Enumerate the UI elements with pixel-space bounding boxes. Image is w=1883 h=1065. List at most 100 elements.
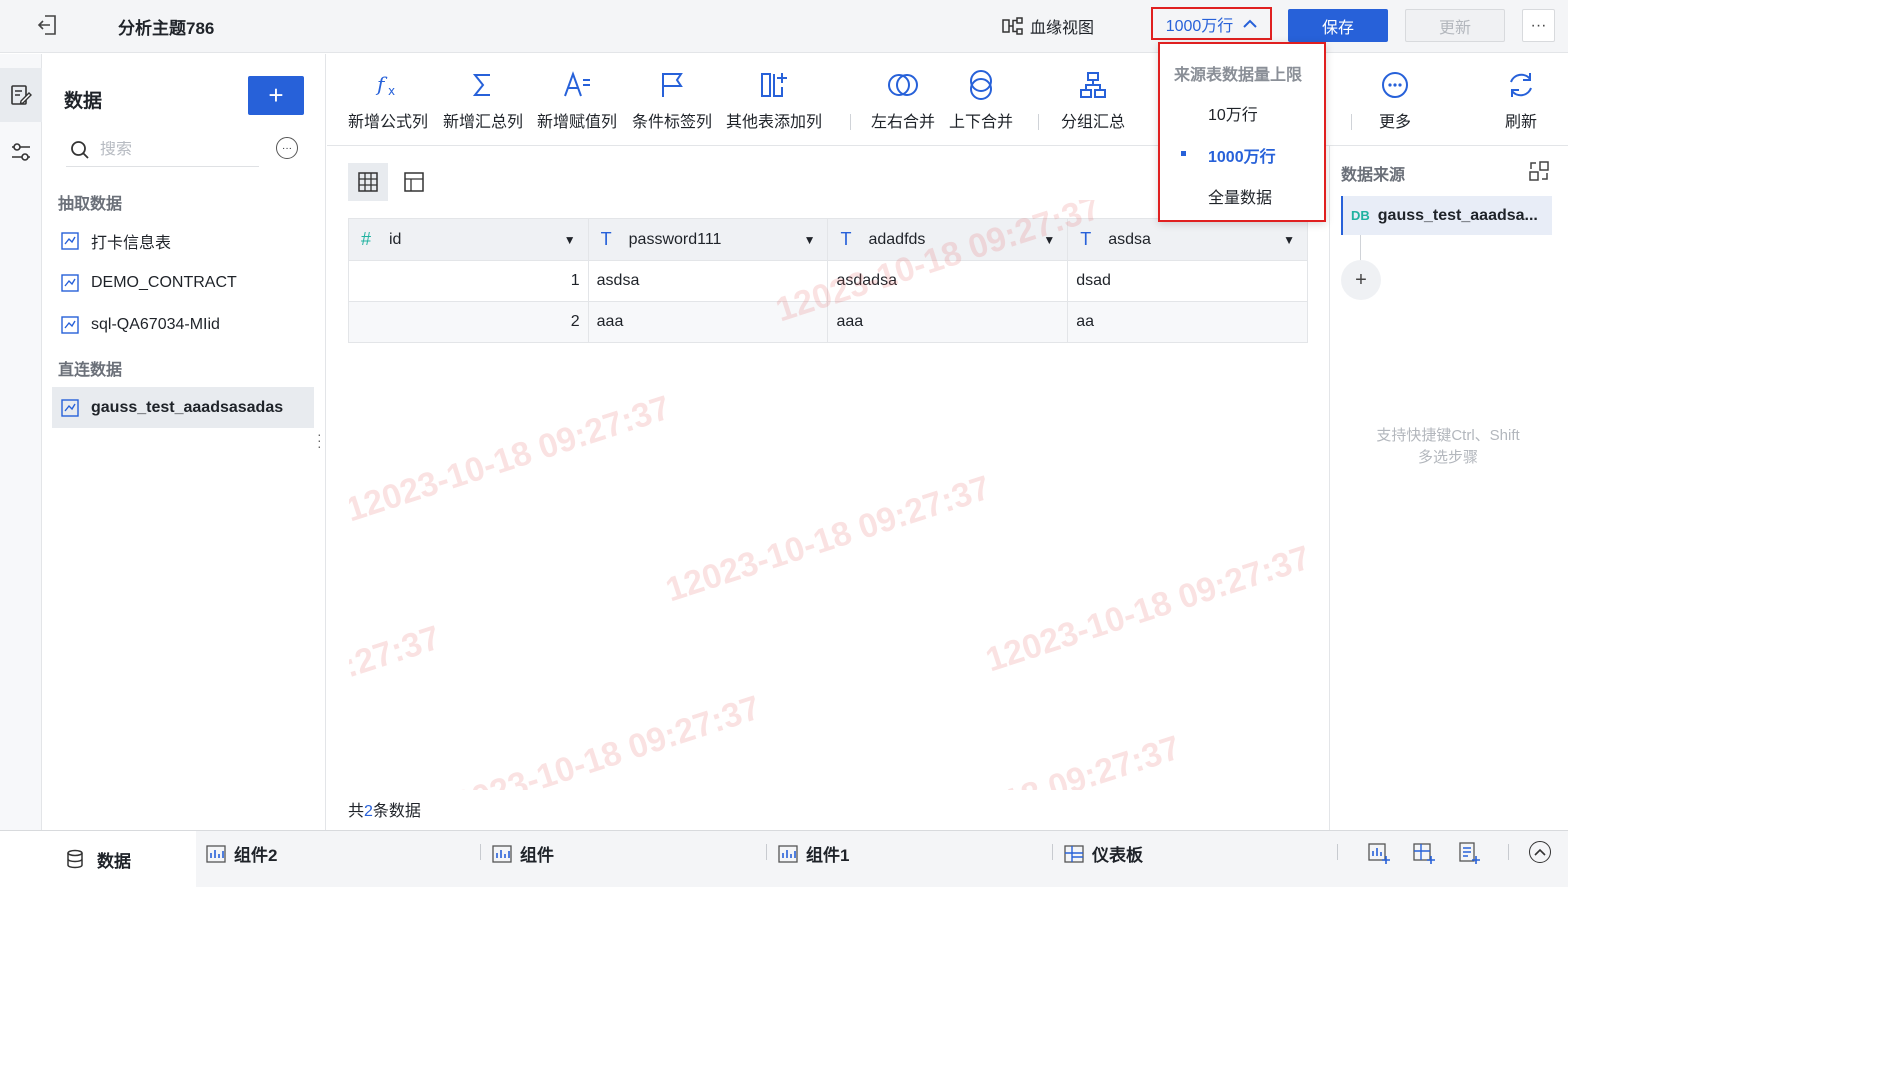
column-name: asdsa <box>1108 230 1151 248</box>
add-step-button[interactable]: + <box>1341 260 1381 300</box>
shortcut-hint: 支持快捷键Ctrl、Shift 多选步骤 <box>1355 425 1541 469</box>
tab-divider <box>1508 844 1509 860</box>
caret-down-icon[interactable]: ▼ <box>804 233 816 247</box>
watermark-text: 12023-10-18 09:27:37 <box>851 729 1185 790</box>
table-item-extract-0[interactable]: 打卡信息表 <box>52 220 314 261</box>
database-icon <box>67 849 83 869</box>
panel-resize-handle[interactable]: · · · <box>317 427 322 453</box>
caret-down-icon[interactable]: ▼ <box>1043 233 1055 247</box>
more-tools-button[interactable]: 更多 <box>1379 68 1411 132</box>
panel-more-icon[interactable]: ··· <box>276 137 298 159</box>
table-cell[interactable]: aaa <box>827 301 1069 343</box>
toolbar-divider <box>850 114 851 130</box>
table-cell[interactable]: 1 <box>348 260 589 302</box>
column-header-password111[interactable]: Tpassword111 ▼ <box>587 218 829 261</box>
condition-label-column-button[interactable]: 条件标签列 <box>632 68 712 132</box>
svg-text:x: x <box>388 84 395 98</box>
collapse-up-icon[interactable] <box>1529 841 1551 863</box>
data-limit-value: 1000万行 <box>1165 17 1234 35</box>
add-assign-column-button[interactable]: 新增赋值列 <box>537 68 617 132</box>
row-count-prefix: 共 <box>348 803 365 820</box>
column-header-id[interactable]: # id ▼ <box>348 218 589 261</box>
text-type-icon: T <box>840 229 852 249</box>
back-icon[interactable] <box>36 13 58 37</box>
column-header-asdsa[interactable]: Tasdsa ▼ <box>1067 218 1308 261</box>
rail-data-icon[interactable] <box>0 68 42 122</box>
table-cell[interactable]: asdsa <box>587 260 829 302</box>
tab-component1[interactable]: 组件1 <box>778 841 849 866</box>
add-data-button[interactable]: + <box>248 76 304 115</box>
data-source-step[interactable]: DB gauss_test_aaadsa... <box>1341 196 1552 235</box>
add-component-icon[interactable] <box>1367 841 1391 865</box>
add-dashboard-icon[interactable] <box>1412 841 1436 865</box>
tab-label: 数据 <box>97 851 131 871</box>
tab-dashboard[interactable]: 仪表板 <box>1064 841 1143 866</box>
group-summary-button[interactable]: 分组汇总 <box>1061 68 1125 132</box>
add-formula-column-button[interactable]: fx 新增公式列 <box>348 68 428 132</box>
table-chart-icon <box>61 398 79 417</box>
search-box <box>66 133 259 167</box>
table-cell[interactable]: dsad <box>1067 260 1308 302</box>
rail-settings-icon[interactable] <box>0 132 42 172</box>
search-input[interactable] <box>100 140 250 159</box>
add-column-from-other-table-button[interactable]: 其他表添加列 <box>726 68 822 132</box>
watermark-text: 12023-10-18 09:27:37 <box>661 468 995 610</box>
data-limit-option-100k[interactable]: 10万行 <box>1208 101 1258 125</box>
tool-label: 上下合并 <box>949 114 1014 131</box>
component-chart-icon <box>778 844 798 863</box>
tab-data[interactable]: 数据 <box>0 831 196 887</box>
grid-view-icon[interactable] <box>348 163 388 201</box>
table-chart-icon <box>61 273 79 292</box>
table-item-extract-1[interactable]: DEMO_CONTRACT <box>52 262 314 303</box>
row-count-suffix: 条数据 <box>372 803 421 820</box>
table-cell[interactable]: aa <box>1067 301 1308 343</box>
lineage-view-button[interactable]: 血缘视图 <box>1002 14 1094 38</box>
table-cell[interactable]: asdadsa <box>827 260 1069 302</box>
tab-divider <box>1052 844 1053 860</box>
svg-text:f: f <box>375 72 388 96</box>
tab-label: 组件1 <box>806 846 850 865</box>
caret-down-icon[interactable]: ▼ <box>1283 233 1295 247</box>
data-limit-option-10m[interactable]: 1000万行 <box>1208 143 1276 167</box>
update-button[interactable]: 更新 <box>1405 9 1505 42</box>
table-item-direct-0[interactable]: gauss_test_aaadsasadas <box>52 387 314 428</box>
merge-horizontal-icon <box>887 68 919 102</box>
column-name: id <box>389 230 402 248</box>
swap-source-icon[interactable] <box>1528 160 1550 182</box>
watermark-text: 12023-10-18 09:27:37 <box>349 388 675 530</box>
tab-component[interactable]: 组件 <box>492 841 554 866</box>
data-source-heading: 数据来源 <box>1341 167 1406 184</box>
tool-label: 新增汇总列 <box>443 114 524 131</box>
more-menu-button[interactable]: ··· <box>1522 9 1555 42</box>
toolbar-divider <box>1038 114 1039 130</box>
data-limit-dropdown[interactable]: 1000万行 <box>1151 7 1272 40</box>
table-row: 2 aaa aaa aa <box>348 301 1308 343</box>
table-header-row: # id ▼ Tpassword111 ▼ Tadadfds ▼ Tasdsa ▼ <box>348 218 1308 261</box>
merge-horizontal-button[interactable]: 左右合并 <box>871 68 935 132</box>
layout-view-icon[interactable] <box>394 163 434 201</box>
table-item-extract-2[interactable]: sql-QA67034-MIid <box>52 304 314 345</box>
add-summary-column-button[interactable]: 新增汇总列 <box>443 68 523 132</box>
tab-label: 仪表板 <box>1092 846 1143 865</box>
formula-icon: fx <box>373 68 403 102</box>
tab-component2[interactable]: 组件2 <box>206 841 277 866</box>
column-header-adadfds[interactable]: Tadadfds ▼ <box>827 218 1069 261</box>
merge-vertical-icon <box>966 68 996 102</box>
data-source-name: gauss_test_aaadsa... <box>1377 206 1538 224</box>
caret-down-icon[interactable]: ▼ <box>564 233 576 247</box>
steps-panel <box>1329 146 1568 830</box>
table-cell[interactable]: aaa <box>587 301 829 343</box>
data-limit-option-all[interactable]: 全量数据 <box>1208 184 1272 208</box>
table-cell[interactable]: 2 <box>348 301 589 343</box>
extract-section-label: 抽取数据 <box>58 196 123 213</box>
tab-label: 组件 <box>520 846 554 865</box>
merge-vertical-button[interactable]: 上下合并 <box>949 68 1013 132</box>
refresh-button[interactable]: 刷新 <box>1505 68 1537 132</box>
search-icon <box>71 140 89 159</box>
selected-dot-icon <box>1181 151 1186 156</box>
tool-label: 其他表添加列 <box>726 114 823 131</box>
tool-label: 分组汇总 <box>1061 114 1126 131</box>
table-row: 1 asdsa asdadsa dsad <box>348 260 1308 302</box>
add-report-icon[interactable] <box>1457 841 1481 865</box>
save-button[interactable]: 保存 <box>1288 9 1388 42</box>
